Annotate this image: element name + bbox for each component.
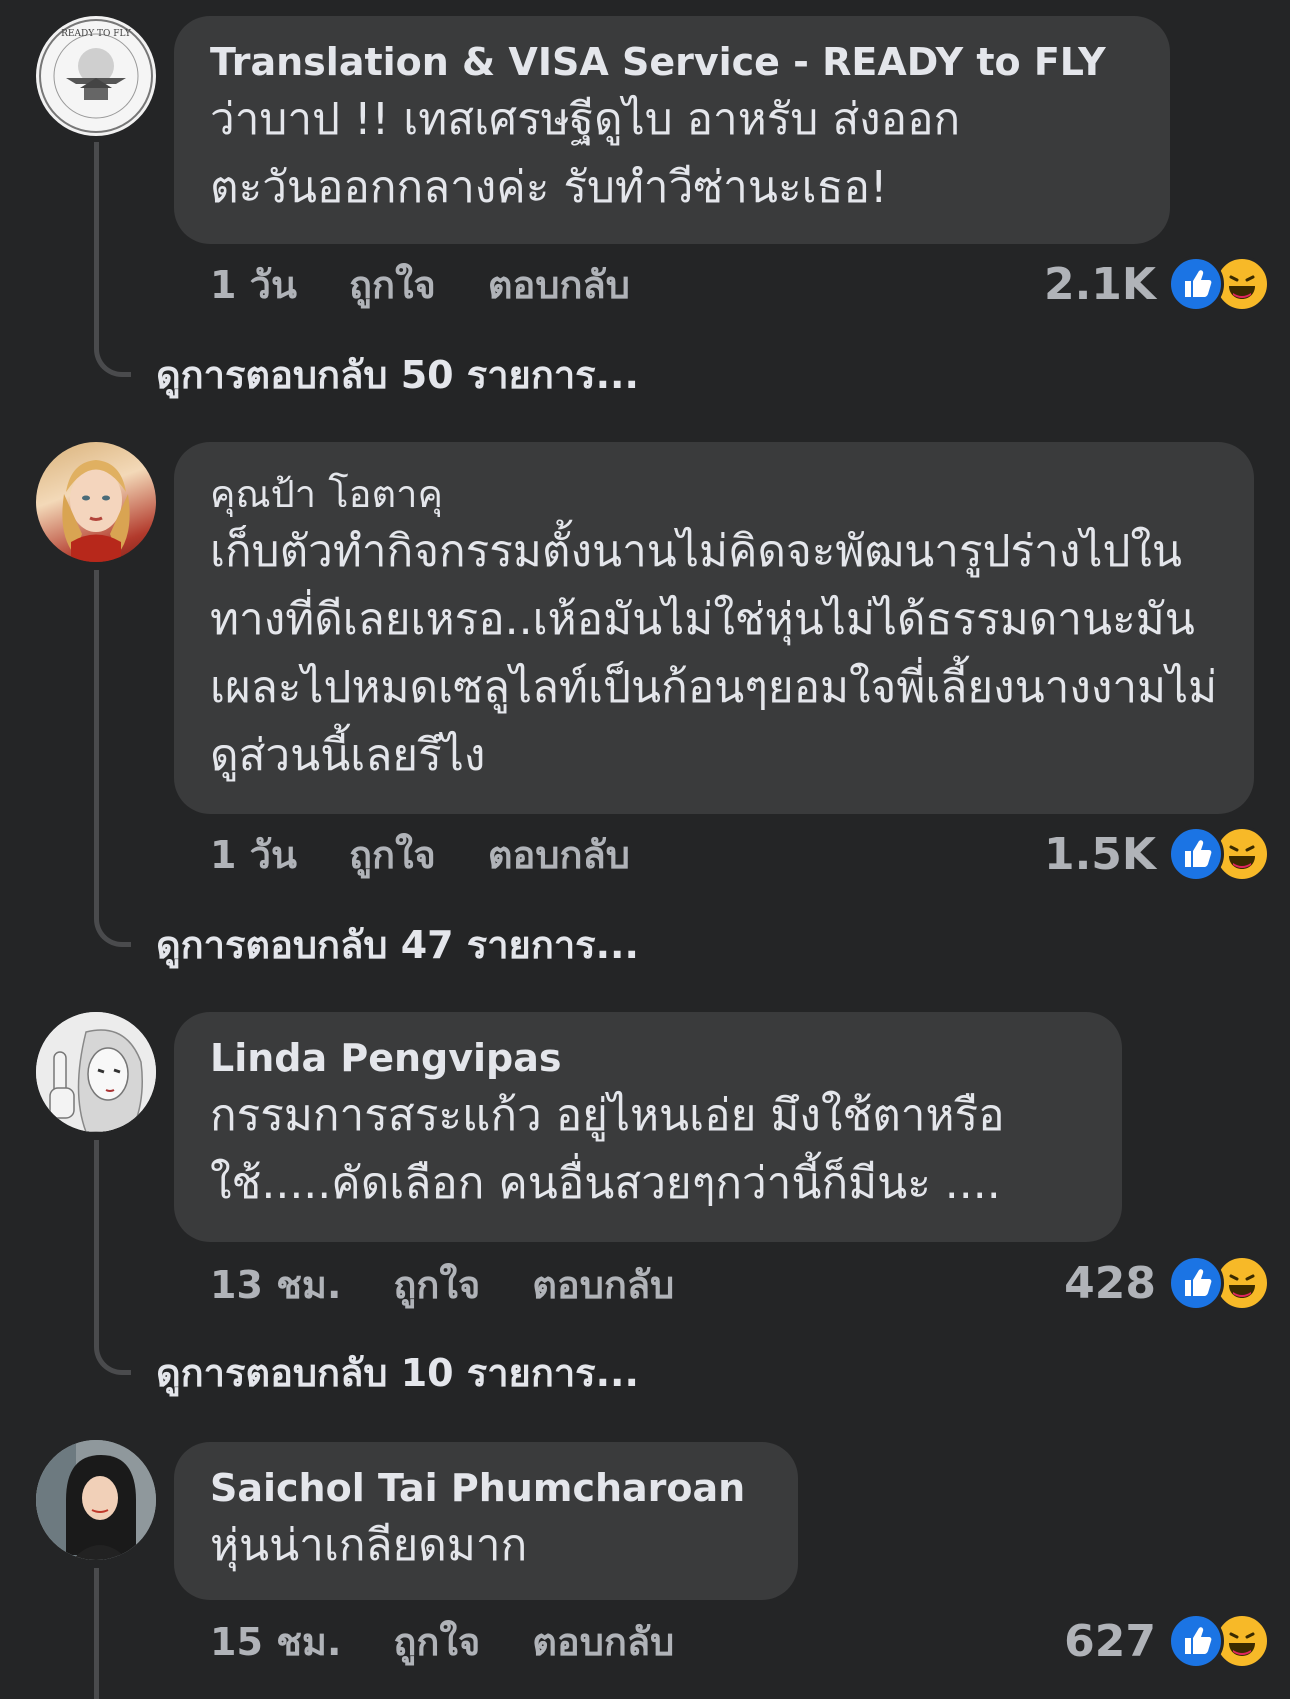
- like-reaction-icon: [1168, 826, 1224, 882]
- thread-line: [94, 1140, 131, 1375]
- like-reaction-icon: [1168, 1613, 1224, 1669]
- avatar[interactable]: [36, 1012, 156, 1132]
- reaction-summary[interactable]: 1.5K: [1044, 826, 1270, 882]
- reaction-summary[interactable]: 2.1K: [1044, 256, 1270, 312]
- comment-bubble[interactable]: คุณป้า โอตาคุ เก็บตัวทำกิจกรรมตั้งนานไม่…: [174, 442, 1254, 814]
- avatar[interactable]: [36, 442, 156, 562]
- reply-button[interactable]: ตอบกลับ: [532, 1611, 674, 1672]
- reaction-count: 1.5K: [1043, 828, 1156, 880]
- comment-meta: 1 วัน ถูกใจ ตอบกลับ: [210, 830, 682, 878]
- view-replies-link[interactable]: ดูการตอบกลับ 10 รายการ...: [156, 1342, 639, 1403]
- view-replies-link[interactable]: ดูการตอบกลับ 47 รายการ...: [156, 914, 639, 975]
- avatar[interactable]: [36, 1440, 156, 1560]
- like-reaction-icon: [1168, 256, 1224, 312]
- like-reaction-icon: [1168, 1255, 1224, 1311]
- avatar-portrait: [62, 460, 130, 562]
- comment-time[interactable]: 13 ชม.: [210, 1254, 341, 1315]
- reply-button[interactable]: ตอบกลับ: [488, 824, 630, 885]
- like-button[interactable]: ถูกใจ: [393, 1254, 480, 1315]
- view-replies-link[interactable]: ดูการตอบกลับ 50 รายการ...: [156, 344, 639, 405]
- reaction-count: 2.1K: [1043, 258, 1156, 310]
- comment-time[interactable]: 1 วัน: [210, 824, 297, 885]
- reply-button[interactable]: ตอบกลับ: [488, 254, 630, 315]
- reaction-count: 627: [1064, 1615, 1156, 1667]
- svg-text:READY TO FLY: READY TO FLY: [61, 29, 132, 39]
- comment-author[interactable]: Linda Pengvipas: [210, 1034, 1086, 1082]
- comment-bubble[interactable]: Linda Pengvipas กรรมการสระแก้ว อยู่ไหนเอ…: [174, 1012, 1122, 1242]
- comment-text: เก็บตัวทำกิจกรรมตั้งนานไม่คิดจะพัฒนารูปร…: [210, 526, 1218, 781]
- avatar[interactable]: READY TO FLY: [36, 16, 156, 136]
- reaction-count: 428: [1064, 1257, 1156, 1309]
- like-button[interactable]: ถูกใจ: [349, 824, 436, 885]
- ready-to-fly-logo: READY TO FLY: [39, 19, 153, 133]
- thread-line: [94, 570, 131, 947]
- comment-meta: 1 วัน ถูกใจ ตอบกลับ: [210, 260, 682, 308]
- comment-author[interactable]: คุณป้า โอตาคุ: [210, 470, 1218, 518]
- comment-time[interactable]: 1 วัน: [210, 254, 297, 315]
- like-button[interactable]: ถูกใจ: [349, 254, 436, 315]
- comment-text: กรรมการสระแก้ว อยู่ไหนเอ่ย มึงใช้ตาหรือใ…: [210, 1090, 1005, 1209]
- reaction-summary[interactable]: 627: [1064, 1613, 1270, 1669]
- thread-line: [94, 142, 131, 377]
- comment-meta: 13 ชม. ถูกใจ ตอบกลับ: [210, 1260, 726, 1308]
- comment-author[interactable]: Translation & VISA Service - READY to FL…: [210, 38, 1134, 86]
- avatar-anime-drawing: [36, 1012, 156, 1132]
- reply-button[interactable]: ตอบกลับ: [532, 1254, 674, 1315]
- comment-author[interactable]: Saichol Tai Phumcharoan: [210, 1464, 762, 1512]
- avatar-photo: [36, 1440, 156, 1560]
- comment-time[interactable]: 15 ชม.: [210, 1611, 341, 1672]
- reaction-summary[interactable]: 428: [1064, 1255, 1270, 1311]
- comment-meta: 15 ชม. ถูกใจ ตอบกลับ: [210, 1617, 726, 1665]
- comment-bubble[interactable]: Translation & VISA Service - READY to FL…: [174, 16, 1170, 244]
- comment-text: ว่าบาป !! เทสเศรษฐีดูไบ อาหรับ ส่งออก ตะ…: [210, 94, 961, 213]
- like-button[interactable]: ถูกใจ: [393, 1611, 480, 1672]
- comment-text: หุ่นน่าเกลียดมาก: [210, 1520, 528, 1571]
- comment-bubble[interactable]: Saichol Tai Phumcharoan หุ่นน่าเกลียดมาก: [174, 1442, 798, 1600]
- thread-line: [94, 1568, 131, 1699]
